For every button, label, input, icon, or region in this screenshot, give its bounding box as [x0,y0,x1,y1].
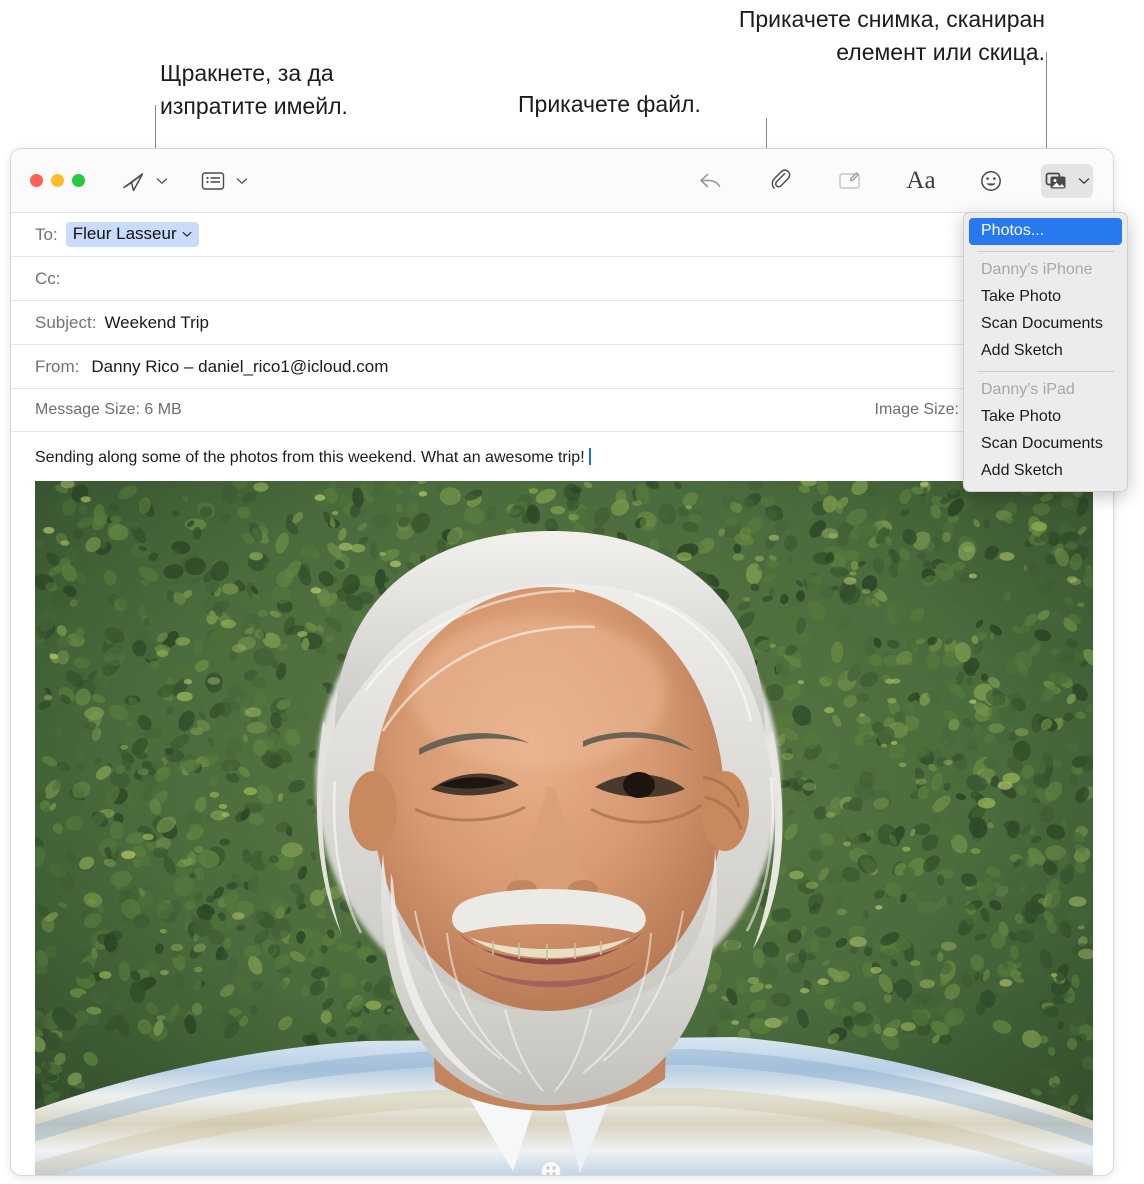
subject-value: Weekend Trip [104,312,210,332]
attached-photo[interactable] [35,481,1093,1175]
stationery-button[interactable] [193,164,233,198]
photos-dropdown-menu[interactable]: Photos... Danny's iPhone Take Photo Scan… [963,212,1128,492]
chevron-down-icon [1078,177,1089,184]
body-text: Sending along some of the photos from th… [35,449,585,466]
markup-button[interactable] [831,164,871,198]
mail-compose-window: Aa To: Fleur Lasseur Cc: Subject: Weeken… [10,148,1114,1176]
send-paper-plane-icon [123,172,144,191]
recipient-name: Fleur Lasseur [72,224,177,243]
maximize-button[interactable] [72,174,85,187]
toolbar-left-group [113,164,251,198]
menu-header-danny-iphone: Danny's iPhone [981,261,1093,278]
send-button[interactable] [113,164,153,198]
menu-item-ipad-scan-documents[interactable]: Scan Documents [969,431,1122,458]
minimize-button[interactable] [51,174,64,187]
message-size-label: Message Size: 6 MB [35,401,182,418]
cc-label: Cc: [35,268,61,288]
chevron-down-icon [156,177,168,184]
stationery-icon [201,171,225,190]
callout-send-label: Щракнете, за да изпратите имейл. [160,60,348,119]
subject-label: Subject: [35,312,97,332]
menu-header-danny-ipad: Danny's iPad [981,381,1075,398]
toolbar-right-group: Aa [691,163,1093,198]
from-field-row[interactable]: From: Danny Rico – daniel_rico1@icloud.c… [11,345,1113,389]
reply-arrow-icon [700,173,721,187]
recipient-chip-fleur-lasseur[interactable]: Fleur Lasseur [65,222,199,247]
callout-attach-file-label: Прикачете файл. [518,91,701,117]
stationery-options-button[interactable] [233,164,251,198]
format-label: Aa [906,167,936,194]
format-button[interactable]: Aa [901,164,941,198]
send-options-button[interactable] [153,164,171,198]
window-controls [30,174,85,187]
image-size-label: Image Size: [874,401,959,418]
compose-header-fields: To: Fleur Lasseur Cc: Subject: Weekend T… [11,213,1113,432]
menu-item-iphone-take-photo[interactable]: Take Photo [969,284,1122,311]
from-label: From: [35,356,80,376]
from-value: Danny Rico – daniel_rico1@icloud.com [91,356,389,376]
menu-item-ipad-add-sketch[interactable]: Add Sketch [969,458,1122,485]
subject-field-row[interactable]: Subject: Weekend Trip [11,301,1113,345]
to-field-row[interactable]: To: Fleur Lasseur [11,213,1113,257]
text-caret [588,448,591,465]
menu-item-photos[interactable]: Photos... [969,218,1122,245]
message-body[interactable]: Sending along some of the photos from th… [11,432,1113,468]
photo-selfie-hedge [35,481,1093,1175]
emoji-smiley-icon [981,170,1001,191]
paperclip-icon [771,168,791,189]
menu-item-iphone-add-sketch[interactable]: Add Sketch [969,338,1122,365]
attach-photo-button[interactable] [1041,163,1093,198]
emoji-button[interactable] [971,164,1011,198]
compose-toolbar: Aa [11,149,1113,213]
attach-file-button[interactable] [761,164,801,198]
menu-separator-2 [977,371,1114,372]
reply-button[interactable] [691,164,731,198]
chevron-down-icon [182,231,192,237]
chevron-down-icon [236,177,248,184]
menu-separator [977,251,1114,252]
to-label: To: [35,224,58,244]
close-button[interactable] [30,174,43,187]
callout-attach-photo-label: Прикачете снимка, сканиран елемент или с… [738,6,1045,65]
menu-item-ipad-take-photo[interactable]: Take Photo [969,404,1122,431]
photos-stack-icon [1045,172,1065,188]
cc-field-row[interactable]: Cc: [11,257,1113,301]
size-row: Message Size: 6 MB Image Size: Actual Si… [11,389,1113,432]
menu-item-iphone-scan-documents[interactable]: Scan Documents [969,311,1122,338]
markup-attach-icon [839,171,860,189]
